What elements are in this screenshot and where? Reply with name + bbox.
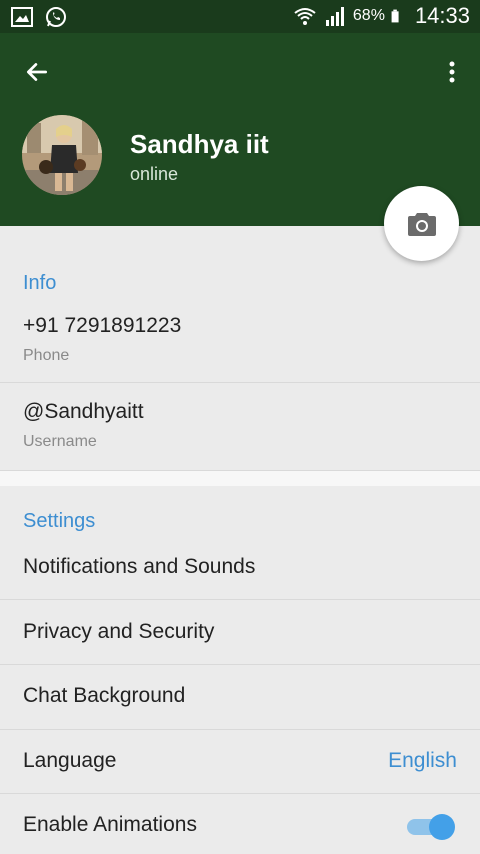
notifications-and-sounds-item[interactable]: Notifications and Sounds bbox=[0, 536, 480, 600]
username-item[interactable]: @Sandhyaitt Username bbox=[0, 382, 480, 468]
avatar[interactable] bbox=[22, 115, 102, 195]
settings-title: Settings bbox=[23, 510, 96, 532]
info-section: Info +91 7291891223 Phone @Sandhyaitt Us… bbox=[0, 226, 480, 470]
clock: 14:33 bbox=[414, 3, 470, 28]
more-vert-icon bbox=[449, 61, 455, 83]
language-value: English bbox=[388, 749, 457, 772]
status-bar: 68% 14:33 bbox=[0, 0, 480, 33]
info-title: Info bbox=[23, 272, 57, 294]
phone-number: +91 7291891223 bbox=[23, 314, 182, 337]
row-label: Language bbox=[23, 749, 117, 772]
language-item[interactable]: Language English bbox=[0, 730, 480, 794]
phone-label: Phone bbox=[23, 347, 70, 364]
camera-icon bbox=[407, 212, 436, 236]
chat-background-item[interactable]: Chat Background bbox=[0, 665, 480, 729]
more-options-button[interactable] bbox=[444, 55, 460, 89]
whatsapp-icon bbox=[46, 7, 66, 27]
username-value: @Sandhyaitt bbox=[23, 400, 144, 423]
username-label: Username bbox=[23, 433, 97, 450]
settings-section: Settings Notifications and Sounds Privac… bbox=[0, 486, 480, 854]
row-label: Chat Background bbox=[23, 684, 186, 707]
phone-item[interactable]: +91 7291891223 Phone bbox=[0, 296, 480, 382]
enable-animations-item[interactable]: Enable Animations bbox=[0, 794, 480, 854]
profile-name: Sandhya iit bbox=[130, 129, 269, 159]
battery-percent: 68% bbox=[352, 7, 385, 24]
wifi-icon bbox=[294, 8, 316, 25]
gallery-icon bbox=[11, 7, 33, 27]
privacy-and-security-item[interactable]: Privacy and Security bbox=[0, 601, 480, 665]
battery-icon bbox=[391, 9, 399, 23]
set-photo-button[interactable] bbox=[384, 186, 459, 261]
avatar-photo bbox=[22, 115, 102, 195]
online-status: online bbox=[130, 164, 179, 184]
row-label: Enable Animations bbox=[23, 813, 197, 836]
toggle-knob bbox=[429, 814, 455, 840]
back-arrow-icon bbox=[26, 63, 48, 81]
section-separator bbox=[0, 470, 480, 486]
row-label: Privacy and Security bbox=[23, 620, 215, 643]
row-label: Notifications and Sounds bbox=[23, 555, 256, 578]
divider bbox=[0, 599, 480, 600]
back-button[interactable] bbox=[20, 55, 54, 89]
animations-toggle[interactable] bbox=[407, 814, 457, 840]
signal-icon bbox=[325, 7, 344, 26]
